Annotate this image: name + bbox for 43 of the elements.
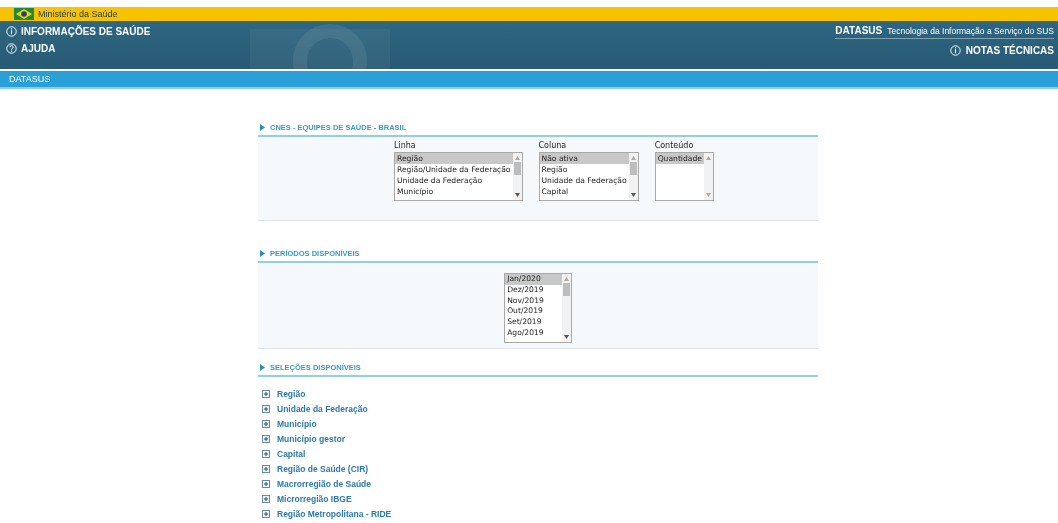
info-icon <box>949 45 961 56</box>
chevron-icon <box>260 363 265 371</box>
tree-item[interactable]: Unidade da Federação <box>277 403 368 414</box>
tree-item[interactable]: Município <box>277 418 317 429</box>
scrollbar[interactable] <box>628 153 638 200</box>
tree-item[interactable]: Município gestor <box>277 433 345 444</box>
chevron-icon <box>260 249 265 257</box>
tree-item[interactable]: Região <box>277 388 306 399</box>
ministry-title: Ministério da Saúde <box>38 9 118 19</box>
header-link[interactable]: NOTAS TÉCNICAS <box>965 45 1054 56</box>
tree-item[interactable]: Capital <box>277 448 306 459</box>
plus-box-icon[interactable] <box>262 389 270 398</box>
tree-item[interactable]: Macrorregião de Saúde <box>277 478 371 489</box>
scrollbar[interactable] <box>561 274 571 342</box>
plus-box-icon[interactable] <box>262 434 270 443</box>
header-link[interactable]: AJUDA <box>21 43 56 54</box>
tree-item[interactable]: Região Metropolitana - RIDE <box>277 508 392 519</box>
plus-box-icon[interactable] <box>262 404 270 413</box>
field-label: Linha <box>394 141 417 150</box>
header-link[interactable]: INFORMAÇÕES DE SAÚDE <box>21 26 151 37</box>
scrollbar-thumb[interactable] <box>513 162 521 175</box>
tree-item[interactable]: Microrregião IBGE <box>277 493 352 504</box>
plus-box-icon[interactable] <box>262 509 270 518</box>
plus-box-icon[interactable] <box>262 464 270 473</box>
tree-item[interactable]: Região de Saúde (CIR) <box>277 463 369 474</box>
plus-box-icon[interactable] <box>262 479 270 488</box>
arrow-down-icon[interactable] <box>563 335 569 339</box>
plus-box-icon[interactable] <box>262 494 270 503</box>
field-label: Conteúdo <box>654 141 695 150</box>
arrow-down-icon[interactable] <box>514 193 520 197</box>
scrollbar-thumb[interactable] <box>629 162 637 175</box>
chevron-icon <box>260 123 265 131</box>
plus-box-icon[interactable] <box>262 449 270 458</box>
tagline: Tecnologia da Informação a Serviço do SUS <box>887 26 1054 36</box>
arrow-down-icon[interactable] <box>630 193 636 197</box>
flag-icon <box>14 8 34 20</box>
scrollbar[interactable] <box>512 153 522 200</box>
scrollbar-thumb[interactable] <box>562 283 570 296</box>
info-icon <box>6 26 17 37</box>
field-label: Coluna <box>538 141 568 150</box>
help-icon <box>6 43 17 54</box>
plus-box-icon[interactable] <box>262 419 270 428</box>
brand-name: DATASUS <box>835 25 883 36</box>
